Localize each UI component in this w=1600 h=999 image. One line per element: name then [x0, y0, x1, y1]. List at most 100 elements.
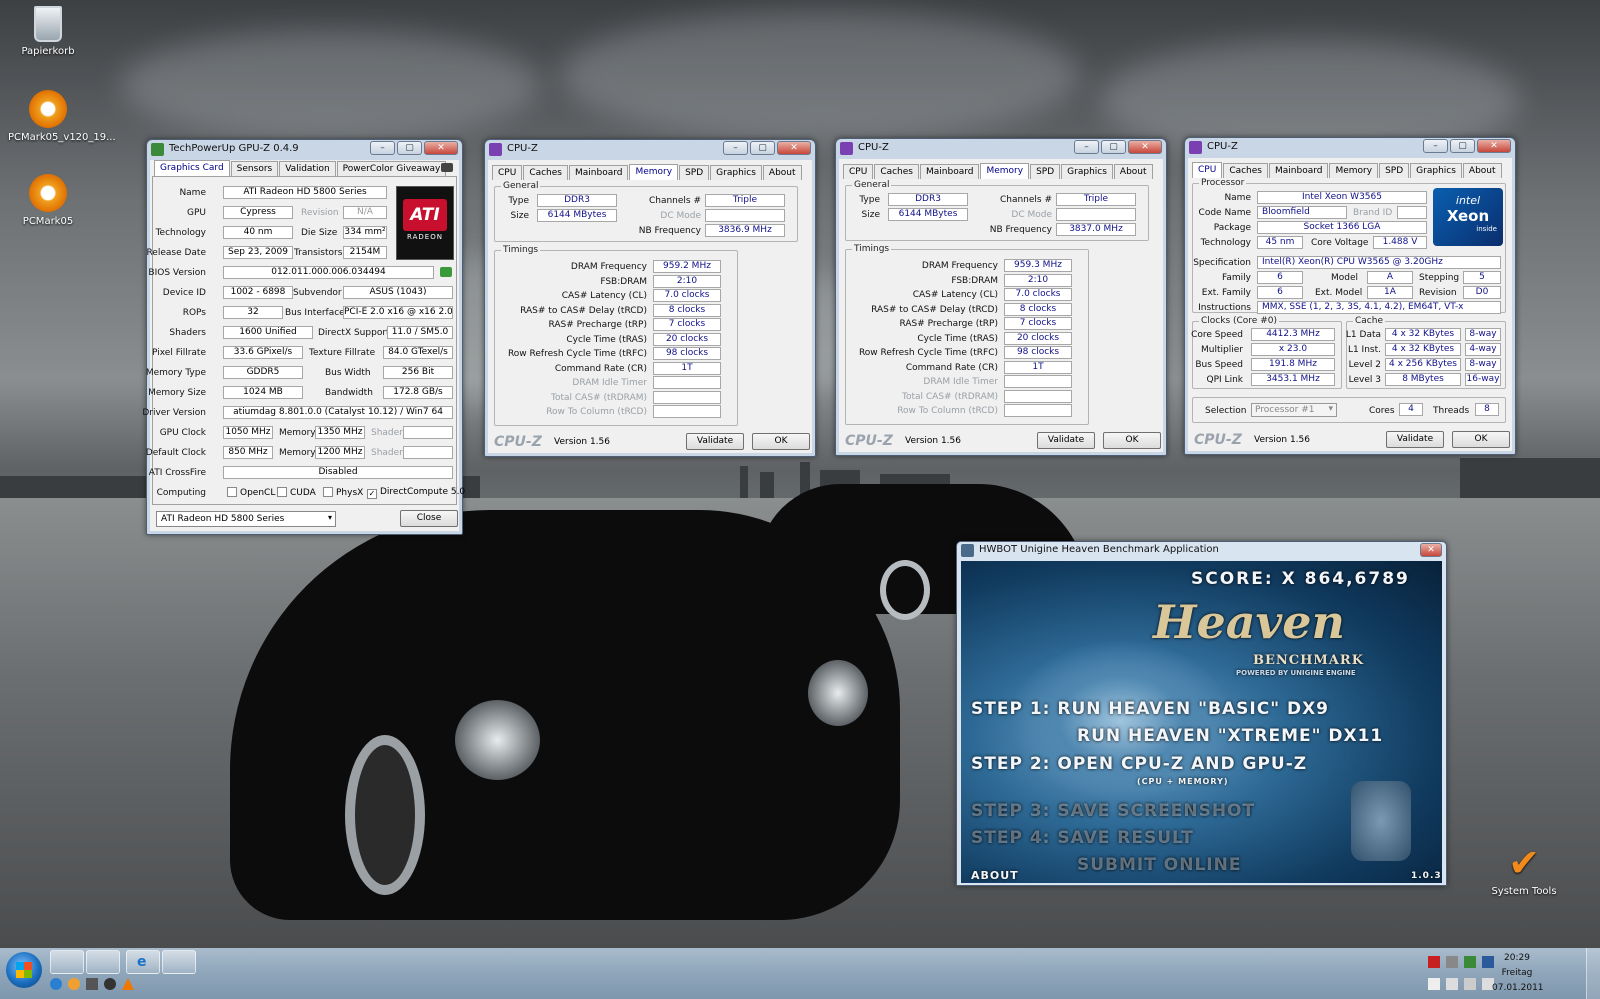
- close-window-button[interactable]: ✕: [1128, 140, 1162, 154]
- maximize-button[interactable]: ▢: [397, 141, 422, 155]
- about-link[interactable]: ABOUT: [971, 869, 1019, 882]
- minimize-button[interactable]: –: [1423, 139, 1448, 153]
- desktop-icon-papierkorb[interactable]: Papierkorb: [8, 6, 88, 57]
- validate-button[interactable]: Validate: [686, 433, 744, 450]
- l1-inst-label: L1 Inst.: [1347, 345, 1381, 355]
- desktop-icon-pcmark[interactable]: PCMark05: [8, 174, 88, 227]
- timing-label: Row To Column (tRCD): [546, 407, 647, 417]
- timing-value: 7 clocks: [1004, 317, 1072, 330]
- cpuz-titlebar[interactable]: CPU-Z – ▢ ✕: [1185, 138, 1515, 158]
- taskbar-button-calculator[interactable]: [86, 950, 120, 974]
- tab-memory[interactable]: Memory: [1329, 163, 1379, 178]
- ie-quick-icon[interactable]: [50, 978, 62, 990]
- selection-group: Selection Processor #1 ▾ Cores 4 Threads …: [1192, 397, 1506, 423]
- type-label: Type: [508, 196, 529, 206]
- adobe-tray-icon[interactable]: [1428, 956, 1440, 968]
- step4-link[interactable]: STEP 4: SAVE RESULT: [971, 828, 1194, 848]
- processor-selector-dropdown[interactable]: Processor #1 ▾: [1251, 403, 1337, 417]
- tab-mainboard[interactable]: Mainboard: [1269, 163, 1329, 178]
- timing-label: Command Rate (CR): [905, 362, 998, 373]
- cpuz-titlebar[interactable]: CPU-Z – ▢ ✕: [485, 140, 815, 160]
- flag-icon[interactable]: [1428, 978, 1440, 990]
- minimize-button[interactable]: –: [723, 141, 748, 155]
- network-icon[interactable]: [1446, 978, 1458, 990]
- maximize-button[interactable]: ▢: [1101, 140, 1126, 154]
- minimize-button[interactable]: –: [1074, 140, 1099, 154]
- close-window-button[interactable]: ✕: [424, 141, 458, 155]
- directcompute-checkbox[interactable]: ✓ DirectCompute 5.0: [367, 487, 465, 499]
- gpu-selector-dropdown[interactable]: ATI Radeon HD 5800 Series ▾: [156, 511, 336, 527]
- step1-xtreme-link[interactable]: RUN HEAVEN "XTREME" DX11: [1077, 726, 1383, 746]
- validate-button[interactable]: Validate: [1037, 432, 1095, 449]
- maximize-button[interactable]: ▢: [750, 141, 775, 155]
- tab-spd[interactable]: SPD: [1030, 164, 1061, 179]
- tab-graphics[interactable]: Graphics: [1410, 163, 1462, 178]
- close-window-button[interactable]: ✕: [1477, 139, 1511, 153]
- clock-time[interactable]: 20:29: [1492, 953, 1542, 963]
- media-quick-icon[interactable]: [68, 978, 80, 990]
- tab-spd[interactable]: SPD: [1379, 163, 1410, 178]
- brand-id-value: [1397, 206, 1427, 219]
- ok-button[interactable]: OK: [752, 433, 810, 450]
- tab-about[interactable]: About: [1462, 163, 1502, 178]
- close-window-button[interactable]: ✕: [777, 141, 811, 155]
- steam-quick-icon[interactable]: [104, 978, 116, 990]
- ok-button[interactable]: OK: [1452, 431, 1510, 448]
- tab-powercolor-giveaway[interactable]: PowerColor Giveaway: [336, 161, 447, 176]
- minimize-button[interactable]: –: [370, 141, 395, 155]
- step1-basic-link[interactable]: STEP 1: RUN HEAVEN "BASIC" DX9: [971, 699, 1329, 719]
- tab-about[interactable]: About: [1113, 164, 1153, 179]
- tab-graphics[interactable]: Graphics: [710, 165, 762, 180]
- battery-icon[interactable]: [1464, 978, 1476, 990]
- maximize-button[interactable]: ▢: [1450, 139, 1475, 153]
- validate-button[interactable]: Validate: [1386, 431, 1444, 448]
- physx-checkbox[interactable]: PhysX: [323, 487, 363, 498]
- step2-link[interactable]: STEP 2: OPEN CPU-Z AND GPU-Z: [971, 754, 1307, 774]
- nb-frequency-value: 3836.9 MHz: [705, 224, 785, 237]
- tab-cpu[interactable]: CPU: [843, 164, 874, 179]
- ok-button[interactable]: OK: [1103, 432, 1161, 449]
- opencl-checkbox[interactable]: OpenCL: [227, 487, 275, 498]
- app-quick-icon[interactable]: [86, 978, 98, 990]
- taskbar-button-ie[interactable]: e: [126, 950, 160, 974]
- tab-memory[interactable]: Memory: [980, 163, 1030, 179]
- cuda-checkbox[interactable]: CUDA: [277, 487, 316, 498]
- tab-validation[interactable]: Validation: [279, 161, 336, 176]
- tab-caches[interactable]: Caches: [1223, 163, 1268, 178]
- tab-cpu[interactable]: CPU: [492, 165, 523, 180]
- tab-graphics[interactable]: Graphics: [1061, 164, 1113, 179]
- bios-save-icon[interactable]: [440, 267, 452, 277]
- tray-icon[interactable]: [1446, 956, 1458, 968]
- step3-link[interactable]: STEP 3: SAVE SCREENSHOT: [971, 801, 1255, 821]
- system-tools-gadget[interactable]: ✔ System Tools: [1484, 840, 1564, 897]
- tab-about[interactable]: About: [762, 165, 802, 180]
- close-button[interactable]: Close: [400, 510, 458, 527]
- channels-value: Triple: [1056, 193, 1136, 206]
- tab-sensors[interactable]: Sensors: [230, 161, 279, 176]
- tab-caches[interactable]: Caches: [523, 165, 568, 180]
- heaven-titlebar[interactable]: HWBOT Unigine Heaven Benchmark Applicati…: [957, 542, 1446, 561]
- close-window-button[interactable]: ✕: [1420, 543, 1442, 557]
- taskbar-button-explorer[interactable]: [50, 950, 84, 974]
- submit-online-link[interactable]: SUBMIT ONLINE: [1077, 855, 1241, 875]
- antivirus-tray-icon[interactable]: [1464, 956, 1476, 968]
- start-button[interactable]: [6, 952, 42, 988]
- tab-mainboard[interactable]: Mainboard: [920, 164, 980, 179]
- tab-caches[interactable]: Caches: [874, 164, 919, 179]
- camera-icon[interactable]: [441, 163, 453, 172]
- vlc-quick-icon[interactable]: [122, 978, 134, 990]
- show-desktop-button[interactable]: [1586, 948, 1600, 999]
- l1-data-value: 4 x 32 KBytes: [1385, 328, 1461, 341]
- gpuz-titlebar[interactable]: TechPowerUp GPU-Z 0.4.9 – ▢ ✕: [147, 140, 462, 160]
- tab-mainboard[interactable]: Mainboard: [569, 165, 629, 180]
- tab-cpu[interactable]: CPU: [1192, 162, 1223, 178]
- timing-label: CAS# Latency (CL): [912, 290, 998, 300]
- code-name-value: Bloomfield: [1257, 206, 1347, 219]
- tab-spd[interactable]: SPD: [679, 165, 710, 180]
- version-label: Version 1.56: [1254, 435, 1310, 445]
- taskbar-button-gpuz[interactable]: [162, 950, 196, 974]
- desktop-icon-pcmark-installer[interactable]: PCMark05_v120_19...: [8, 90, 116, 143]
- tab-memory[interactable]: Memory: [629, 164, 679, 180]
- tab-graphics-card[interactable]: Graphics Card: [154, 160, 230, 176]
- cpuz-titlebar[interactable]: CPU-Z – ▢ ✕: [836, 139, 1166, 159]
